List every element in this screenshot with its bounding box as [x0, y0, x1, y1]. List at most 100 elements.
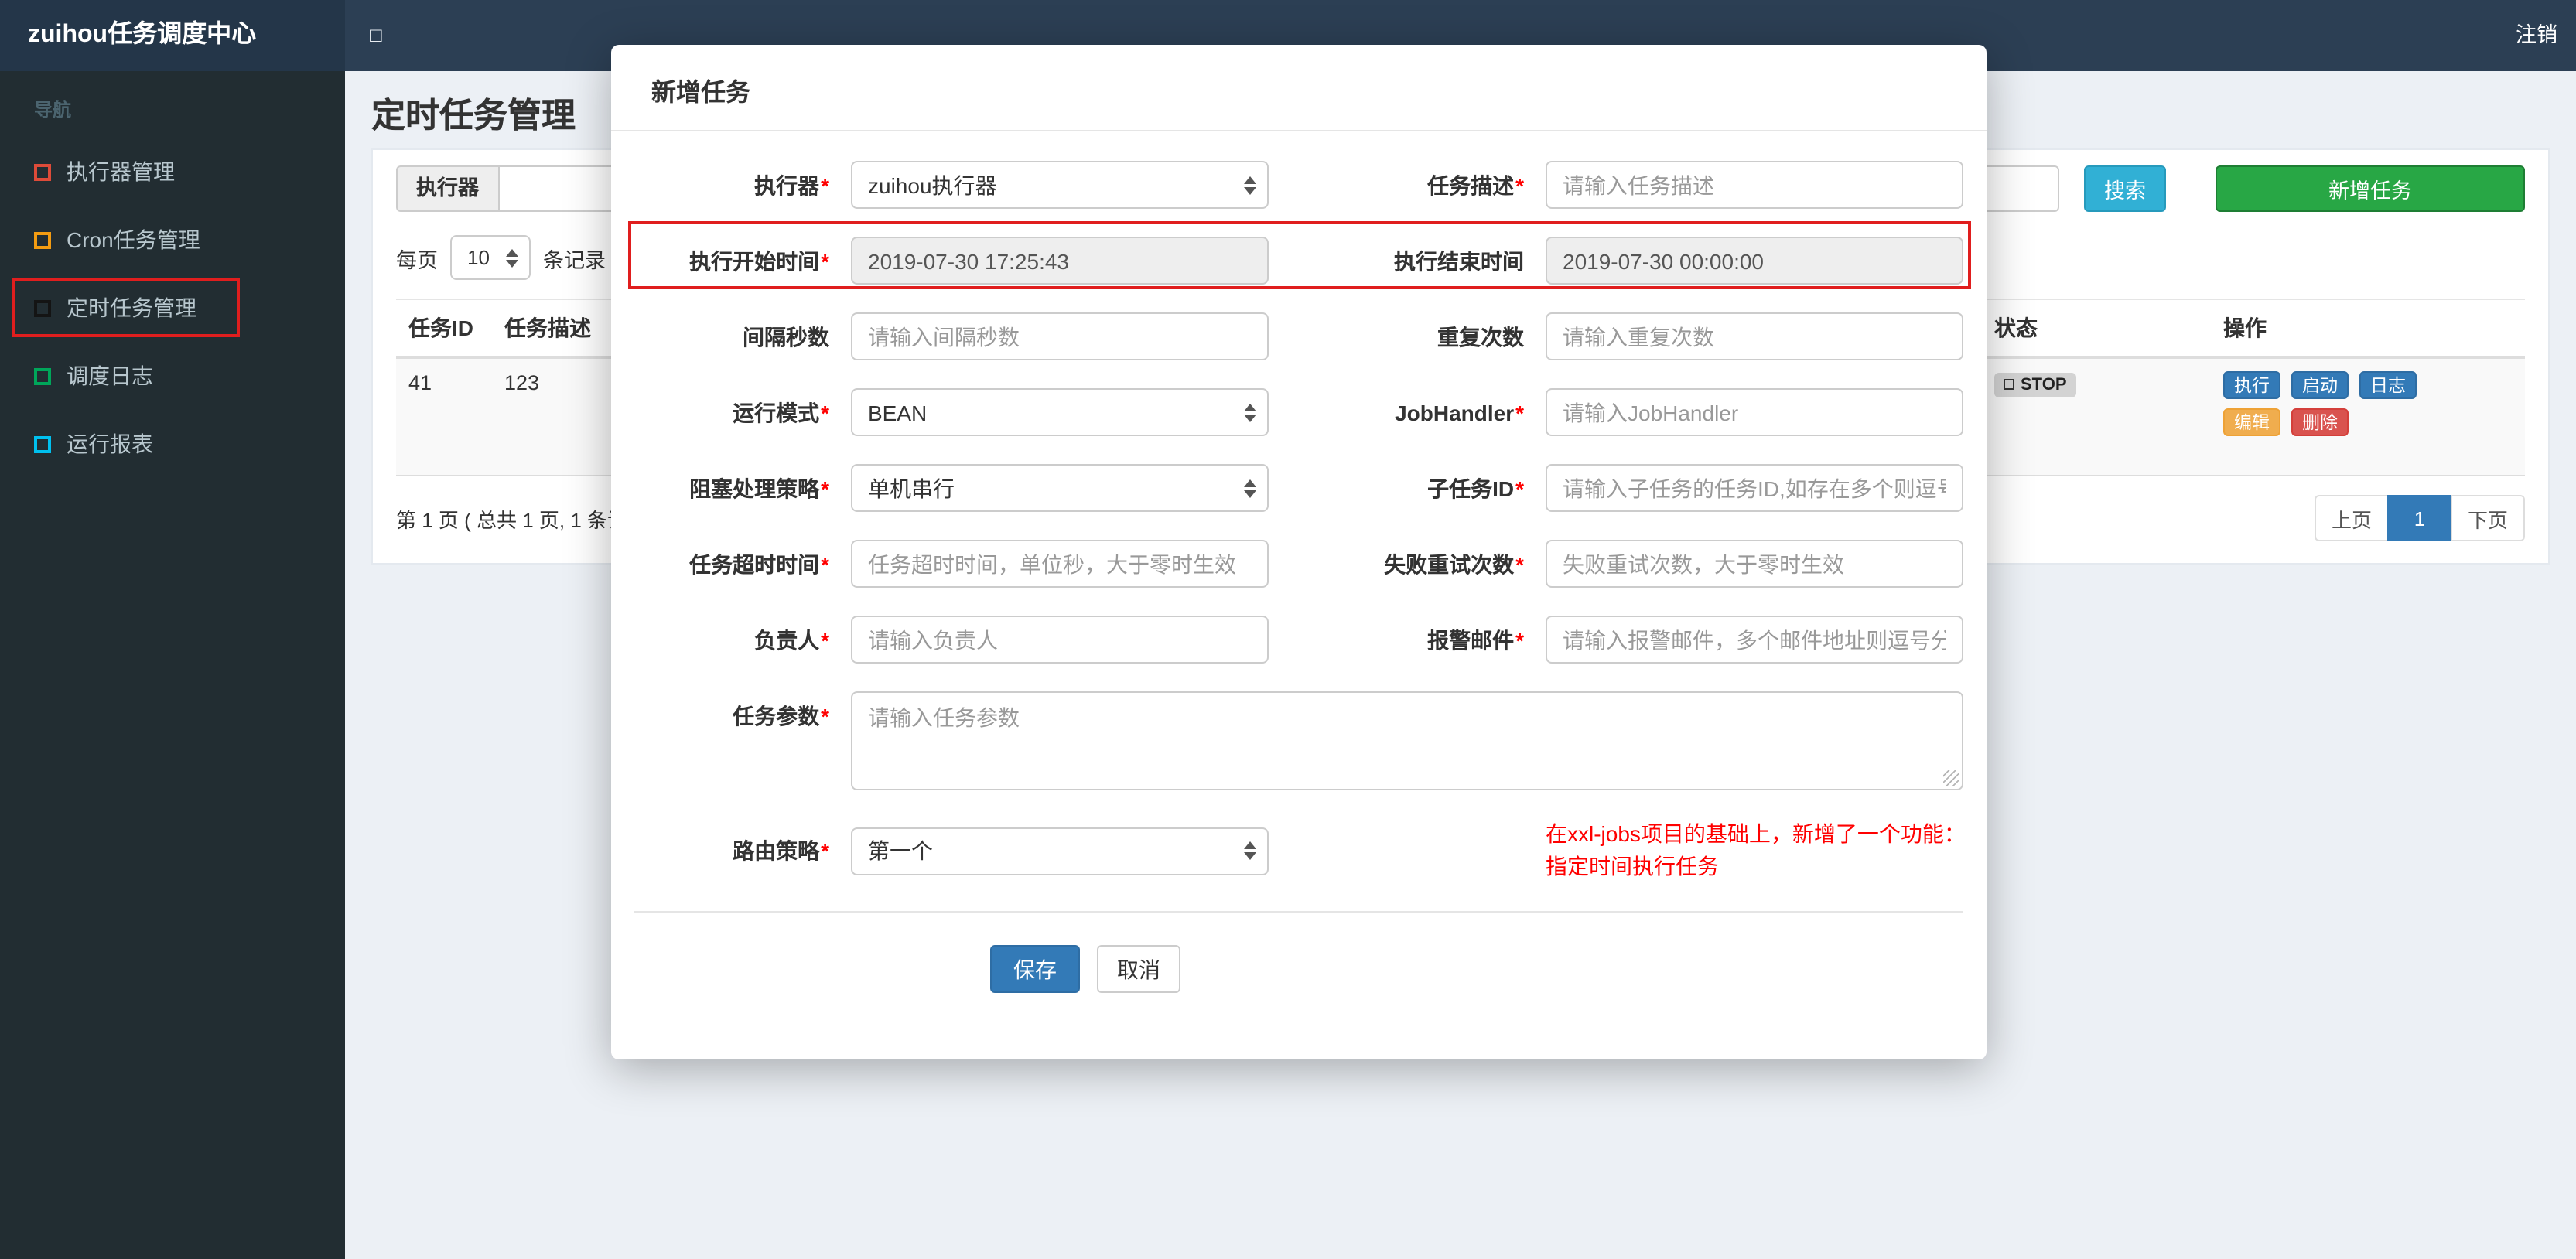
next-page-button[interactable]: 下页: [2450, 495, 2525, 541]
save-button[interactable]: 保存: [990, 945, 1080, 993]
start-button[interactable]: 启动: [2291, 371, 2349, 399]
required-mark: *: [821, 838, 829, 863]
sidebar-item-label: 运行报表: [67, 432, 153, 456]
cell-task-id: 41: [408, 371, 432, 394]
log-button[interactable]: 日志: [2359, 371, 2417, 399]
operation-line-2: 编辑 删除: [2223, 408, 2503, 436]
stop-square-icon: [2004, 379, 2014, 390]
sidebar-item-timed-task[interactable]: 定时任务管理: [0, 274, 345, 342]
sidebar-item-label: Cron任务管理: [67, 227, 200, 252]
child-jobid-input[interactable]: [1546, 464, 1963, 512]
sidebar-item-label: 调度日志: [67, 363, 153, 388]
prev-page-button[interactable]: 上页: [2314, 495, 2389, 541]
end-time-label: 执行结束时间: [1394, 248, 1524, 273]
owner-label: 负责人 *: [754, 627, 829, 652]
delete-button[interactable]: 删除: [2291, 408, 2349, 436]
search-button[interactable]: 搜索: [2084, 165, 2166, 212]
app-root: zuihou任务调度中心 □ 注销 导航 执行器管理 Cron任务管理 定时任务…: [0, 0, 2576, 1259]
route-strategy-select[interactable]: 第一个: [851, 827, 1269, 875]
start-time-label: 执行开始时间 *: [689, 248, 829, 273]
required-mark: *: [821, 476, 829, 500]
modal-body: 执行器* zuihou执行器 任务描述* 执行开始时间* 执行结束时间 间隔秒数…: [611, 131, 1987, 993]
job-handler-label: JobHandler *: [1395, 400, 1524, 425]
executor-filter-label: 执行器: [396, 165, 497, 212]
cancel-button[interactable]: 取消: [1097, 945, 1180, 993]
select-arrows-icon: [1244, 479, 1256, 497]
end-time-input[interactable]: [1546, 237, 1963, 285]
edit-button[interactable]: 编辑: [2223, 408, 2280, 436]
executor-select[interactable]: zuihou执行器: [851, 161, 1269, 209]
per-page-select[interactable]: 10: [450, 235, 531, 280]
required-mark: *: [1515, 627, 1524, 652]
run-button[interactable]: 执行: [2223, 371, 2280, 399]
pager: 上页 1 下页: [2314, 495, 2525, 541]
sidebar-toggle-icon[interactable]: □: [370, 0, 382, 71]
sidebar-item-executor-manage[interactable]: 执行器管理: [0, 138, 345, 206]
glue-type-select-value: BEAN: [868, 400, 928, 425]
timeout-input[interactable]: [851, 540, 1269, 588]
page-1-button[interactable]: 1: [2386, 495, 2452, 541]
header-status: 状态: [1994, 316, 2038, 340]
logout-link[interactable]: 注销: [2516, 0, 2557, 71]
select-arrows-icon: [1244, 841, 1256, 860]
square-icon: [34, 299, 51, 316]
required-mark: *: [821, 248, 829, 273]
sidebar-section-label: 导航: [34, 99, 72, 121]
required-mark: *: [821, 704, 829, 728]
alarm-email-label: 报警邮件 *: [1427, 627, 1524, 652]
start-time-input[interactable]: [851, 237, 1269, 285]
feature-note-line-2: 指定时间执行任务: [1546, 854, 1719, 879]
job-param-textarea[interactable]: [851, 691, 1963, 790]
executor-label: 执行器 *: [754, 172, 829, 197]
status-badge-label: STOP: [2021, 375, 2067, 394]
modal-title: 新增任务: [611, 45, 1987, 131]
sidebar-item-cron-task[interactable]: Cron任务管理: [0, 206, 345, 274]
job-param-label: 任务参数 *: [733, 704, 829, 728]
fail-retry-label: 失败重试次数 *: [1384, 551, 1524, 576]
job-param-field: [851, 691, 1963, 790]
brand-title: zuihou任务调度中心: [0, 0, 345, 71]
block-strategy-select[interactable]: 单机串行: [851, 464, 1269, 512]
select-arrows-icon: [506, 248, 518, 267]
sidebar-item-label: 定时任务管理: [67, 295, 196, 320]
fail-retry-input[interactable]: [1546, 540, 1963, 588]
status-badge: STOP: [1994, 372, 2076, 397]
alarm-email-input[interactable]: [1546, 616, 1963, 664]
required-mark: *: [821, 551, 829, 576]
per-page-prefix: 每页: [396, 248, 438, 271]
cell-operations: 执行 启动 日志 编辑 删除: [2211, 359, 2516, 475]
select-arrows-icon: [1244, 176, 1256, 194]
sidebar-item-label: 执行器管理: [67, 159, 175, 184]
feature-note-line-1: 在xxl-jobs项目的基础上，新增了一个功能：: [1546, 821, 1966, 846]
interval-input[interactable]: [851, 312, 1269, 360]
glue-type-select[interactable]: BEAN: [851, 388, 1269, 436]
add-task-button[interactable]: 新增任务: [2216, 165, 2525, 212]
glue-type-label: 运行模式 *: [733, 400, 829, 425]
route-strategy-label: 路由策略 *: [733, 838, 829, 863]
per-page-suffix: 条记录: [543, 248, 606, 271]
header-operations: 操作: [2223, 316, 2267, 340]
route-strategy-select-value: 第一个: [868, 838, 933, 863]
per-page-value: 10: [467, 246, 490, 269]
sidebar: 导航 执行器管理 Cron任务管理 定时任务管理 调度日志 运行报表: [0, 71, 345, 1259]
operation-line-1: 执行 启动 日志: [2223, 371, 2503, 399]
sidebar-item-schedule-log[interactable]: 调度日志: [0, 342, 345, 410]
sidebar-item-run-report[interactable]: 运行报表: [0, 410, 345, 478]
modal-footer: 保存 取消: [634, 913, 1963, 993]
square-icon: [34, 231, 51, 248]
owner-input[interactable]: [851, 616, 1269, 664]
timeout-label: 任务超时时间 *: [689, 551, 829, 576]
header-task-id: 任务ID: [408, 316, 473, 340]
required-mark: *: [1515, 172, 1524, 197]
cell-status: STOP: [1982, 359, 2211, 475]
job-desc-input[interactable]: [1546, 161, 1963, 209]
square-icon: [34, 163, 51, 180]
required-mark: *: [821, 172, 829, 197]
repeat-input[interactable]: [1546, 312, 1963, 360]
job-handler-input[interactable]: [1546, 388, 1963, 436]
add-task-modal: 新增任务 执行器* zuihou执行器 任务描述* 执行开始时间* 执行结束时间…: [611, 45, 1987, 1059]
required-mark: *: [1515, 551, 1524, 576]
executor-select-value: zuihou执行器: [868, 172, 997, 197]
select-arrows-icon: [1244, 403, 1256, 421]
repeat-label: 重复次数: [1437, 324, 1524, 349]
